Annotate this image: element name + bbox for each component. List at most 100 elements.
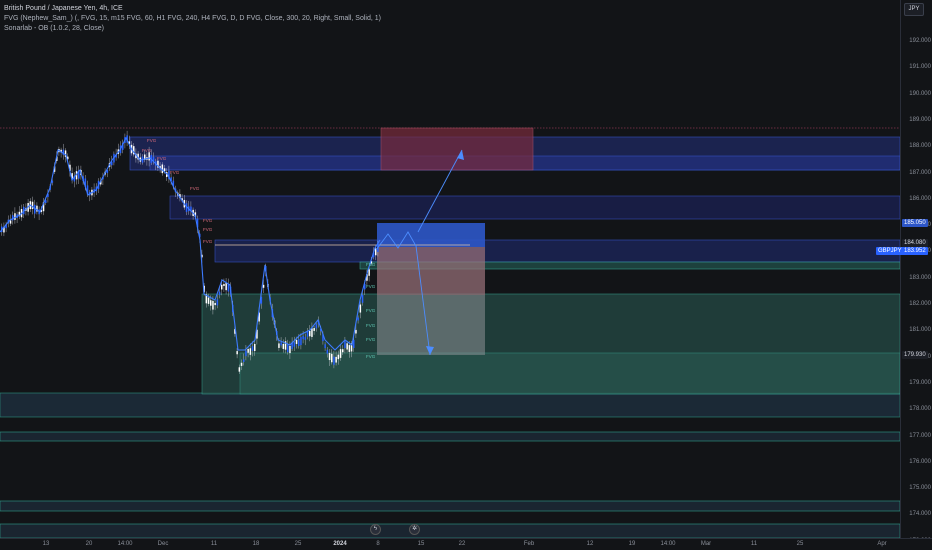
fvg-label: FVG <box>366 323 376 328</box>
position-loss-inner <box>377 247 485 295</box>
candle <box>298 339 300 347</box>
fvg-label: FVG <box>190 186 200 191</box>
time-tick: 12 <box>586 541 594 547</box>
candle <box>31 201 34 209</box>
fvg-label: FVG <box>203 218 213 223</box>
candle <box>216 299 219 306</box>
candle <box>368 269 370 276</box>
ob-zone <box>169 195 900 220</box>
candle <box>218 291 221 295</box>
flag-icon[interactable]: ✲ <box>409 524 420 535</box>
candle <box>240 362 243 366</box>
candle <box>333 356 335 365</box>
candle <box>355 329 357 334</box>
ob-zone <box>214 239 900 263</box>
candle <box>223 284 225 287</box>
time-tick: 22 <box>458 541 466 547</box>
symbol-title: British Pound / Japanese Yen, 4h, ICE <box>4 5 123 12</box>
candle <box>289 345 291 354</box>
fvg-label: FVG <box>203 239 213 244</box>
time-tick: 11 <box>750 541 758 547</box>
candle <box>302 335 304 340</box>
candle <box>14 213 16 220</box>
candle <box>238 367 241 372</box>
candle <box>304 337 307 340</box>
time-tick: 8 <box>376 541 380 547</box>
candle <box>344 341 346 348</box>
time-tick: 15 <box>417 541 425 547</box>
candle <box>295 339 298 344</box>
candle <box>278 343 280 348</box>
candle <box>214 302 216 306</box>
time-tick: 11 <box>210 541 218 547</box>
price-tick: 179.000 <box>909 379 931 386</box>
price-tick: 181.000 <box>909 327 931 334</box>
time-tick: 14:00 <box>117 541 133 547</box>
candle <box>245 350 247 357</box>
candle <box>361 294 364 303</box>
candle <box>287 344 289 353</box>
candle <box>309 330 311 337</box>
price-tick: 182.000 <box>909 301 931 307</box>
price-axis[interactable]: 192.000 191.000 190.000 189.000 188.000 187.0… <box>900 0 932 544</box>
candle <box>357 317 359 321</box>
candle <box>339 349 342 358</box>
candle <box>262 284 265 288</box>
price-tick: 183.000 <box>909 274 931 281</box>
candle <box>328 352 331 361</box>
fvg-label: FVG <box>366 308 376 313</box>
fvg-label: FVG <box>203 227 213 232</box>
chart-legend: British Pound / Japanese Yen, 4h, ICE FV… <box>4 4 381 34</box>
time-tick: 18 <box>252 541 260 547</box>
candle <box>342 349 344 353</box>
candle <box>331 353 333 363</box>
chart-area[interactable]: FVG FVG FVG FVG FVG FVG FVG FVG FVG FVG FVG FVG FVG F… <box>0 0 900 538</box>
time-tick: 14:00 <box>660 541 676 547</box>
price-tick: 188.000 <box>909 143 931 150</box>
lightning-icon[interactable]: ϟ <box>370 524 381 535</box>
fvg-label: FVG <box>157 156 167 161</box>
fvg-zone <box>0 523 900 538</box>
candle <box>324 344 326 349</box>
fvg-zone <box>0 392 900 418</box>
candle <box>227 283 230 292</box>
price-tick: 187.000 <box>909 169 931 176</box>
price-tick: 176.000 <box>909 458 931 465</box>
stop-price-label: 179.930 <box>902 351 928 359</box>
candle <box>313 328 315 331</box>
price-tick: 174.000 <box>909 511 931 518</box>
candle <box>337 354 340 360</box>
price-tick: 190.000 <box>909 90 931 97</box>
indicator-ob-legend[interactable]: Sonarlab - OB (1.0.2, 28, Close) <box>4 24 381 34</box>
time-tick: 20 <box>85 541 93 547</box>
candle <box>300 337 302 346</box>
candle <box>326 349 329 354</box>
indicator-fvg-legend[interactable]: FVG (Nephew_Sam_) (, FVG, 15, m15 FVG, 6… <box>4 14 381 24</box>
fvg-label: FVG <box>142 148 152 153</box>
candle <box>221 284 223 290</box>
currency-button[interactable]: JPY <box>904 3 924 16</box>
candle <box>236 351 238 355</box>
candle <box>348 345 351 352</box>
candle <box>243 359 245 362</box>
fvg-zone <box>0 500 900 512</box>
price-chart[interactable]: FVG FVG FVG FVG FVG FVG FVG FVG FVG FVG FVG FVG FVG F… <box>0 0 900 538</box>
time-tick: Apr <box>877 541 887 547</box>
time-tick: 2024 <box>333 541 347 547</box>
price-tick: 192.000 <box>909 38 931 44</box>
fvg-zone <box>0 431 900 442</box>
price-tick: 177.000 <box>909 432 931 439</box>
candle <box>254 343 256 352</box>
candle <box>306 331 309 337</box>
symbol-price-tag: GBPJPY <box>876 247 904 255</box>
candle <box>251 346 254 351</box>
candle <box>293 342 296 347</box>
time-axis[interactable]: 13 20 14:00 Dec 11 18 25 2024 8 15 22 Feb 12 19 14:00 M… <box>0 538 932 550</box>
price-tick: 178.000 <box>909 406 931 413</box>
candle <box>212 300 214 310</box>
price-tick: 175.000 <box>909 485 931 492</box>
candle <box>359 304 362 313</box>
zones-layer <box>0 127 900 538</box>
candle <box>249 348 252 355</box>
candle <box>225 282 227 291</box>
